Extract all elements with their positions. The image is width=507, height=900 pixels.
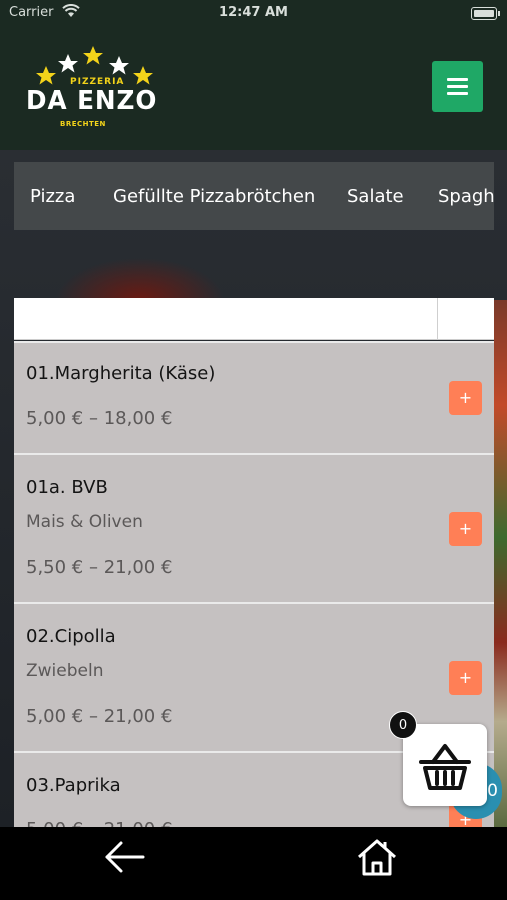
- home-icon[interactable]: [356, 837, 398, 877]
- add-to-cart-button[interactable]: +: [449, 512, 482, 546]
- product-card[interactable]: 01a. BVB Mais & Oliven 5,50 € – 21,00 € …: [14, 453, 494, 603]
- status-time: 12:47 AM: [219, 5, 288, 20]
- logo-city-text: BRECHTEN: [60, 120, 106, 128]
- product-price: 5,00 € – 21,00 €: [26, 706, 173, 727]
- app-header: PIZZERIA DA ENZO BRECHTEN: [0, 26, 507, 150]
- hamburger-menu-button[interactable]: [432, 61, 483, 112]
- category-tab-bar[interactable]: Pizza Gefüllte Pizzabrötchen Salate Spag…: [14, 162, 494, 230]
- product-price: 5,00 € – 21,00 €: [26, 819, 172, 827]
- tab-salate[interactable]: Salate: [347, 186, 404, 207]
- tab-spaghetti[interactable]: Spaghe: [438, 186, 494, 207]
- tab-gefuellte-pizzabroetchen[interactable]: Gefüllte Pizzabrötchen: [113, 186, 315, 207]
- product-price: 5,00 € – 18,00 €: [26, 408, 173, 429]
- hamburger-line: [447, 85, 468, 88]
- filter-row[interactable]: [14, 298, 494, 340]
- product-name: 01a. BVB: [26, 477, 108, 498]
- product-name: 02.Cipolla: [26, 626, 116, 647]
- product-name: 01.Margherita (Käse): [26, 363, 216, 384]
- product-price: 5,50 € – 21,00 €: [26, 557, 173, 578]
- add-to-cart-button[interactable]: +: [449, 381, 482, 415]
- logo[interactable]: PIZZERIA DA ENZO BRECHTEN: [24, 44, 164, 134]
- status-bar: Carrier 12:47 AM: [0, 0, 507, 26]
- add-to-cart-button[interactable]: +: [449, 661, 482, 695]
- basket-icon: [419, 744, 471, 790]
- logo-name-text: DA ENZO: [26, 86, 158, 116]
- background-photo-edge: [494, 300, 507, 827]
- hamburger-icon: [447, 78, 468, 81]
- back-arrow-icon[interactable]: [104, 839, 146, 875]
- cart-button[interactable]: [403, 724, 487, 806]
- filter-divider: [437, 298, 438, 340]
- bottom-navigation: [0, 827, 507, 900]
- hamburger-line: [447, 92, 468, 95]
- product-description: Mais & Oliven: [26, 512, 143, 532]
- battery-icon: [471, 7, 500, 20]
- cart-count-badge: 0: [389, 711, 417, 739]
- product-card[interactable]: 01.Margherita (Käse) 5,00 € – 18,00 € +: [14, 341, 494, 454]
- product-name: 03.Paprika: [26, 775, 121, 796]
- tab-pizza[interactable]: Pizza: [30, 186, 75, 207]
- product-description: Zwiebeln: [26, 661, 104, 681]
